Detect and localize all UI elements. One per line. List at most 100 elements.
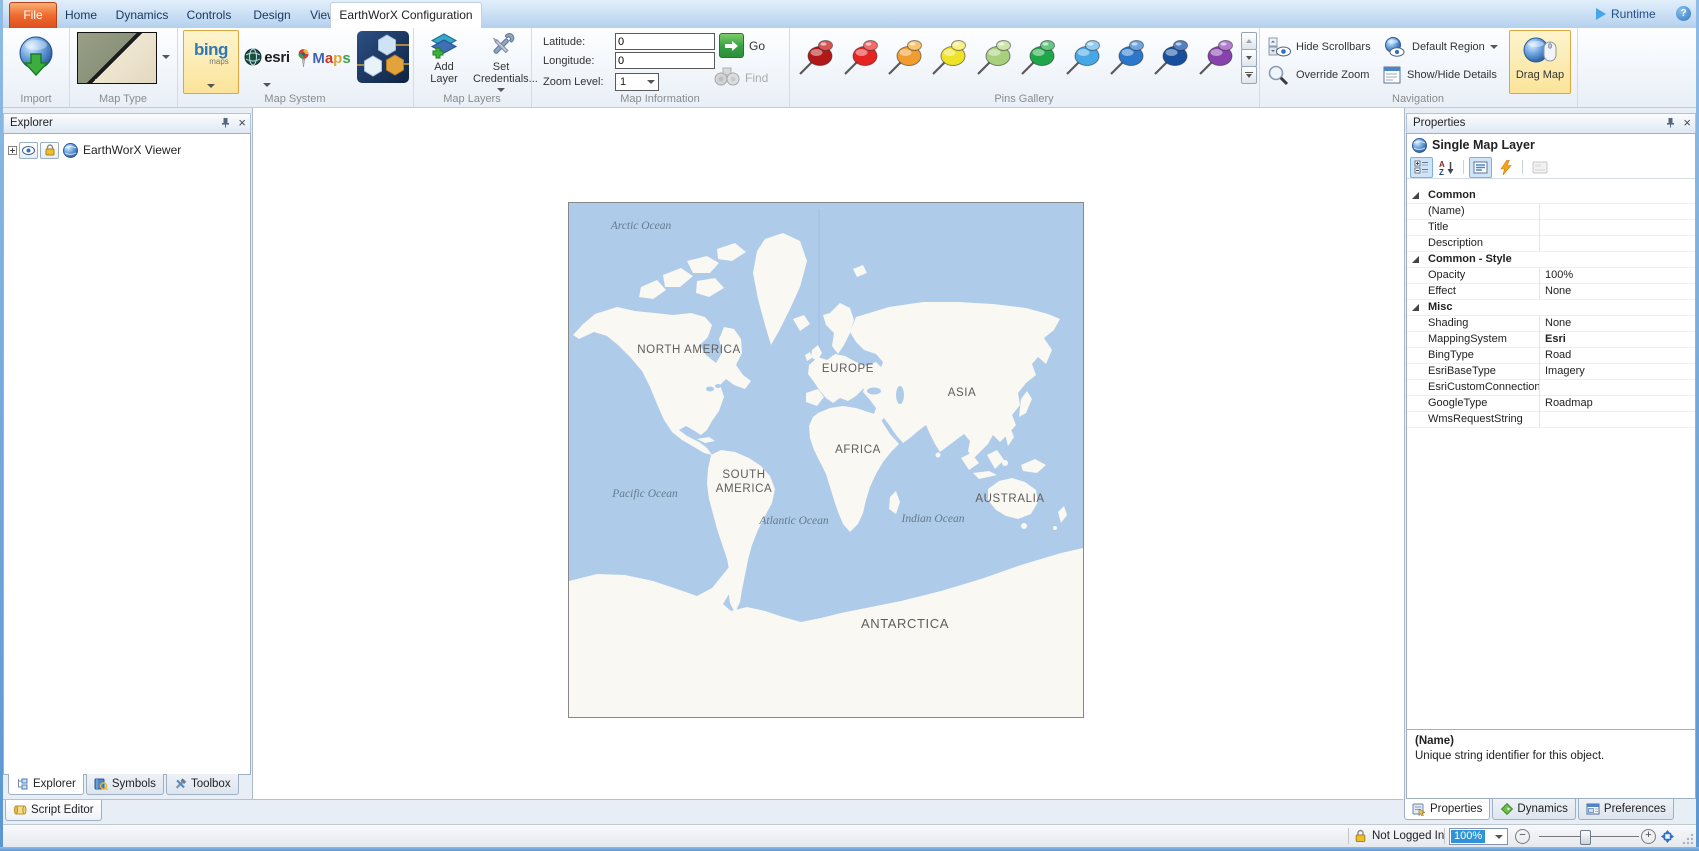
pin-blue[interactable] [1106,31,1150,85]
pin-red[interactable] [839,31,883,85]
design-canvas[interactable]: NORTH AMERICAEUROPEASIAAFRICASOUTHAMERIC… [252,108,1405,799]
property-value[interactable]: Esri [1540,332,1566,347]
dynamics-wizard-button[interactable] [1494,157,1517,178]
property-row[interactable]: EsriBaseType Imagery [1407,364,1695,380]
lock-toggle-button[interactable] [40,142,59,159]
map-type-dropdown-icon[interactable] [162,55,170,59]
close-panel-icon[interactable]: × [238,116,246,129]
property-row[interactable]: GoogleType Roadmap [1407,396,1695,412]
property-value[interactable]: 100% [1540,268,1573,283]
latitude-input[interactable] [615,33,715,50]
pin-panel-icon[interactable] [221,117,230,128]
collapse-triangle-icon[interactable] [1412,256,1419,263]
esri-dropdown-icon[interactable] [263,83,271,87]
pin-light-blue[interactable] [1061,31,1105,85]
show-hide-details-button[interactable]: Show/Hide Details [1383,64,1497,86]
zoom-combo-dropdown-icon[interactable] [1495,835,1503,839]
property-value[interactable] [1540,412,1545,427]
pin-dark-blue[interactable] [1150,31,1194,85]
pin-dark-red[interactable] [795,31,839,85]
property-row[interactable]: Title [1407,220,1695,236]
property-row[interactable]: Shading None [1407,316,1695,332]
property-row[interactable]: WmsRequestString [1407,412,1695,428]
find-button[interactable] [713,65,741,87]
property-row[interactable]: Opacity 100% [1407,268,1695,284]
property-value[interactable]: Road [1540,348,1571,363]
property-row[interactable]: (Name) [1407,204,1695,220]
collapse-triangle-icon[interactable] [1412,304,1419,311]
tab-toolbox[interactable]: Toolbox [166,774,239,795]
collapse-triangle-icon[interactable] [1412,192,1419,199]
property-row[interactable]: BingType Road [1407,348,1695,364]
property-row[interactable]: MappingSystem Esri [1407,332,1695,348]
tab-home[interactable]: Home [56,2,106,28]
zoom-level-dropdown-icon[interactable] [647,80,655,84]
zoom-level-combo[interactable]: 1 [615,73,659,91]
bing-maps-button[interactable]: bing maps [183,30,239,94]
close-panel-icon[interactable]: × [1683,116,1691,129]
gallery-expand-button[interactable] [1241,66,1257,84]
esri-button[interactable]: esri [241,30,293,92]
tree-item-earthworx-viewer[interactable]: EarthWorX Viewer [4,141,181,159]
property-category-row[interactable]: Common - Style [1407,252,1695,268]
pin-orange[interactable] [884,31,928,85]
property-pages-button[interactable] [1469,157,1492,178]
set-credentials-dropdown-icon[interactable] [497,88,505,92]
visibility-toggle-button[interactable] [19,142,38,159]
property-value[interactable]: Imagery [1540,364,1585,379]
tab-symbols[interactable]: Symbols [86,774,164,795]
property-category-row[interactable]: Misc [1407,300,1695,316]
fit-window-icon[interactable] [1659,829,1676,844]
default-region-dropdown-icon[interactable] [1490,45,1498,49]
override-zoom-button[interactable]: Override Zoom [1267,64,1369,86]
pin-yellow[interactable] [928,31,972,85]
tab-script-editor[interactable]: Script Editor [5,800,102,821]
zoom-percent-combo[interactable]: 100% [1449,828,1508,845]
zoom-in-button[interactable]: + [1641,829,1656,844]
property-row[interactable]: Effect None [1407,284,1695,300]
import-button[interactable] [16,33,56,87]
pin-green[interactable] [1017,31,1061,85]
default-region-button[interactable]: Default Region [1383,36,1498,58]
gallery-scroll-down-button[interactable] [1241,49,1257,67]
go-button[interactable] [719,33,744,58]
categorized-view-button[interactable] [1410,157,1433,178]
property-value[interactable] [1540,220,1545,235]
world-map-viewer[interactable]: NORTH AMERICAEUROPEASIAAFRICASOUTHAMERIC… [568,202,1084,718]
tab-earthworx-configuration[interactable]: EarthWorX Configuration [330,2,482,29]
bing-dropdown-icon[interactable] [207,84,215,88]
pin-purple[interactable] [1195,31,1239,85]
zoom-out-button[interactable]: − [1515,829,1530,844]
wms-map-system-button[interactable] [357,31,409,83]
property-value[interactable]: None [1540,316,1571,331]
tab-preferences[interactable]: Preferences [1578,799,1674,820]
help-button[interactable]: ? [1676,6,1691,21]
tab-controls[interactable]: Controls [178,2,240,28]
tab-explorer[interactable]: Explorer [8,774,84,795]
world-map[interactable]: NORTH AMERICAEUROPEASIAAFRICASOUTHAMERIC… [569,203,1083,717]
property-value[interactable]: None [1540,284,1571,299]
runtime-button[interactable]: Runtime [1596,5,1656,23]
property-value[interactable]: Roadmap [1540,396,1593,411]
tab-file[interactable]: File [9,2,57,28]
tab-dynamics[interactable]: Dynamics [1492,799,1575,820]
hide-scrollbars-button[interactable]: Hide Scrollbars [1267,36,1371,58]
tab-design[interactable]: Design [244,2,300,28]
property-value[interactable] [1540,380,1545,395]
property-value[interactable] [1540,204,1545,219]
longitude-input[interactable] [615,52,715,69]
alphabetical-sort-button[interactable]: A Z [1435,157,1458,178]
tab-dynamics[interactable]: Dynamics [110,2,174,28]
google-maps-button[interactable]: Maps [295,30,353,92]
property-row[interactable]: EsriCustomConnection [1407,380,1695,396]
login-status[interactable]: Not Logged In [1372,830,1444,842]
tab-properties[interactable]: Properties [1404,799,1490,820]
pin-light-green[interactable] [973,31,1017,85]
property-value[interactable] [1540,236,1545,251]
zoom-slider-thumb[interactable] [1580,830,1591,845]
tree-expander-icon[interactable] [8,146,17,155]
property-row[interactable]: Description [1407,236,1695,252]
map-type-button[interactable] [77,32,157,84]
property-category-row[interactable]: Common [1407,188,1695,204]
resize-grip[interactable] [1681,832,1694,845]
